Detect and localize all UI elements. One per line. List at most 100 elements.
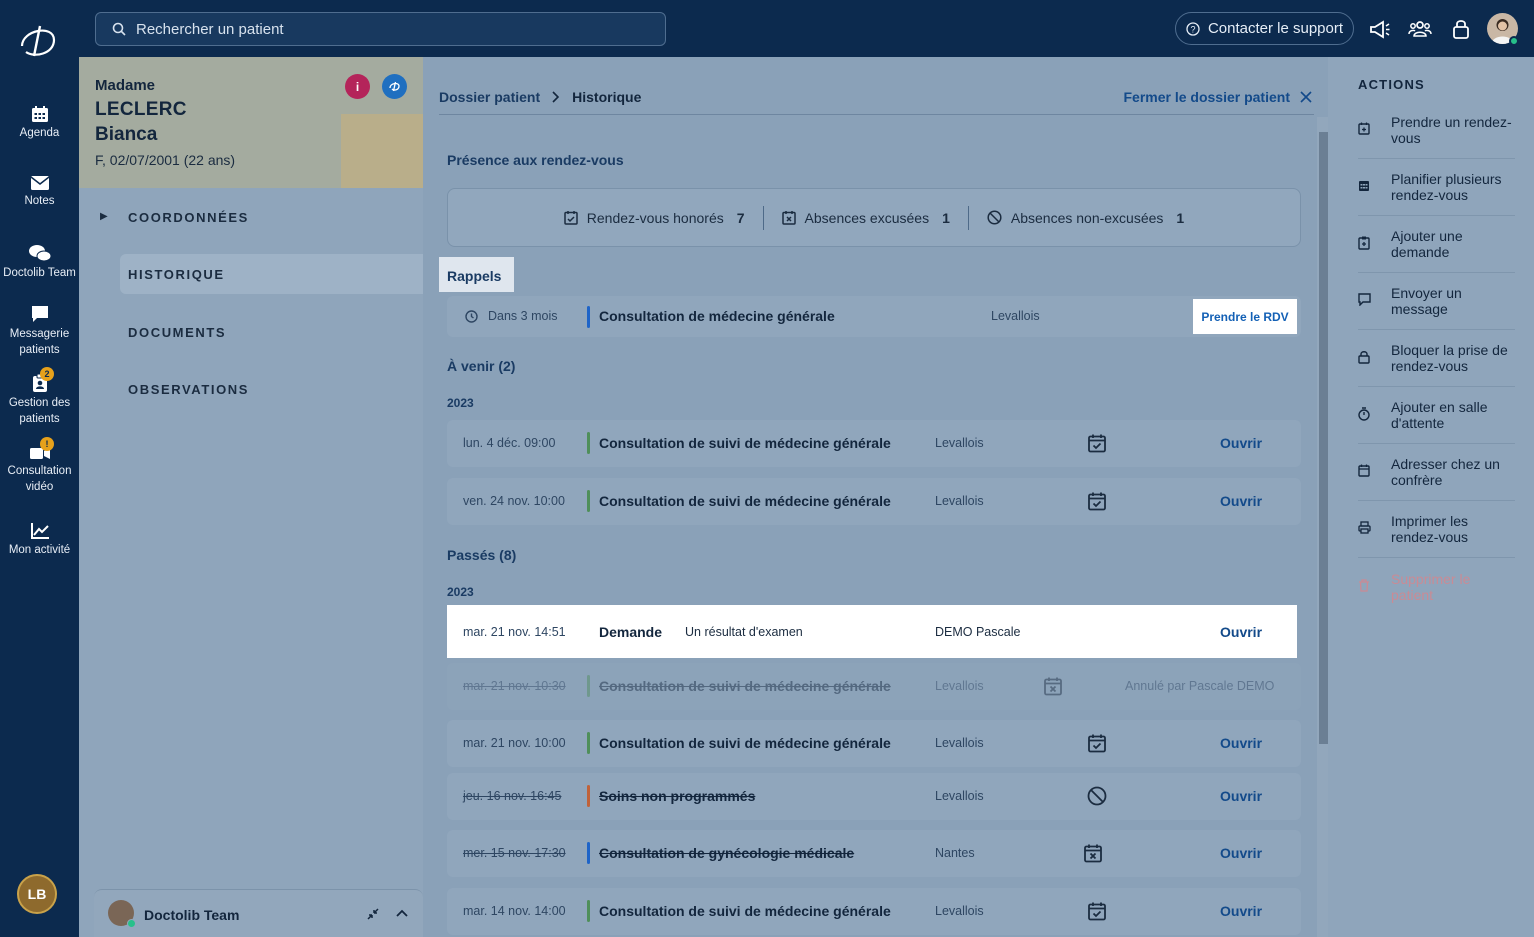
appointment-place: Levallois (935, 494, 984, 508)
nav-doctolib-team[interactable]: Doctolib Team (0, 243, 79, 281)
action-waiting-room[interactable]: Ajouter en salle d'attente (1358, 387, 1515, 444)
calendar-x-icon (1084, 844, 1102, 863)
support-label: Contacter le support (1207, 20, 1344, 37)
support-button[interactable]: ? Contacter le support (1175, 12, 1354, 45)
menu-historique[interactable]: HISTORIQUE (128, 267, 225, 282)
action-label: Ajouter en salle d'attente (1391, 399, 1488, 431)
appointment-date: mar. 14 nov. 14:00 (463, 904, 566, 918)
nav-agenda[interactable]: Agenda (0, 105, 79, 141)
open-button[interactable]: Ouvrir (1220, 788, 1262, 804)
status-bar (587, 842, 590, 864)
close-patient-file-button[interactable]: Fermer le dossier patient (1123, 89, 1312, 105)
appointment-title: Consultation de suivi de médecine généra… (599, 678, 891, 694)
trash-icon (1359, 578, 1369, 592)
request-row[interactable]: mar. 21 nov. 14:51 Demande Un résultat d… (447, 605, 1297, 658)
lock-icon[interactable] (1449, 17, 1473, 41)
action-send-message[interactable]: Envoyer un message (1358, 273, 1515, 330)
nav-label: Notes (24, 195, 55, 207)
action-label: Planifier plusieurs rendez-vous (1391, 171, 1502, 203)
forbidden-icon (987, 210, 1002, 225)
action-label: Ajouter une demande (1391, 228, 1463, 260)
patient-file-panel: Madame LECLERC Bianca F, 02/07/2001 (22 … (79, 57, 1534, 937)
chat-avatar (108, 900, 136, 928)
appointment-row[interactable]: jeu. 16 nov. 16:45 Soins non programmés … (447, 773, 1301, 820)
cancelled-appointment-row[interactable]: mar. 21 nov. 10:30 Consultation de suivi… (447, 663, 1301, 710)
stat-excused: Absences excusées 1 (764, 210, 968, 226)
appointment-row[interactable]: lun. 4 déc. 09:00 Consultation de suivi … (447, 420, 1301, 467)
top-bar: Rechercher un patient ? Contacter le sup… (0, 0, 1534, 57)
calendar-check-icon (1088, 434, 1106, 453)
nav-gestion-patients[interactable]: Gestion des patients 2 (0, 367, 79, 427)
menu-documents[interactable]: DOCUMENTS (128, 325, 226, 340)
nav-mon-activite[interactable]: Mon activité (0, 522, 79, 558)
appointment-row[interactable]: ven. 24 nov. 10:00 Consultation de suivi… (447, 478, 1301, 525)
appointment-row[interactable]: mar. 21 nov. 10:00 Consultation de suivi… (447, 720, 1301, 767)
presence-title: Présence aux rendez-vous (447, 152, 624, 168)
actions-panel: ACTIONS Prendre un rendez-vous Planifier… (1328, 57, 1534, 937)
action-add-request[interactable]: Ajouter une demande (1358, 216, 1515, 273)
scrollbar-thumb[interactable] (1319, 132, 1328, 744)
appointment-row[interactable]: mer. 15 nov. 17:30 Consultation de gynéc… (447, 830, 1301, 877)
action-plan-multiple[interactable]: Planifier plusieurs rendez-vous (1358, 159, 1515, 216)
stat-label: Absences non-excusées (1010, 209, 1164, 226)
calendar-check-icon (564, 211, 578, 225)
current-user-avatar[interactable]: LB (17, 874, 57, 914)
nav-label: Gestion des patients (8, 397, 71, 425)
nav-label: Agenda (19, 127, 60, 139)
nav-notes[interactable]: Notes (0, 175, 79, 209)
calendar-check-icon (1088, 902, 1106, 921)
close-label: Fermer le dossier patient (1123, 89, 1290, 105)
doctolib-account-icon[interactable] (382, 74, 407, 99)
nav-consultation-video[interactable]: Consultation vidéo ! (0, 437, 79, 495)
info-icon[interactable]: i (345, 74, 370, 99)
appointment-place: Levallois (935, 679, 984, 693)
action-label: Envoyer un message (1391, 285, 1462, 317)
request-person: DEMO Pascale (935, 625, 1021, 639)
action-label: Bloquer la prise de rendez-vous (1391, 342, 1508, 374)
appointment-date: mar. 21 nov. 10:30 (463, 679, 566, 693)
search-input[interactable]: Rechercher un patient (95, 12, 666, 46)
appointment-row[interactable]: mar. 14 nov. 14:00 Consultation de suivi… (447, 888, 1301, 935)
patient-civility: Madame (95, 77, 156, 94)
appointment-title: Consultation de suivi de médecine généra… (599, 735, 891, 751)
stopwatch-icon (1358, 407, 1370, 421)
status-bar (587, 490, 590, 512)
svg-text:?: ? (1190, 24, 1195, 34)
doctolib-logo[interactable] (14, 18, 60, 60)
past-year: 2023 (447, 585, 474, 599)
action-refer-colleague[interactable]: Adresser chez un confrère (1358, 444, 1515, 501)
patient-sidebar: Madame LECLERC Bianca F, 02/07/2001 (22 … (79, 57, 423, 937)
appointment-place: Levallois (935, 904, 984, 918)
open-button[interactable]: Ouvrir (1220, 493, 1262, 509)
nav-label: Messagerie patients (9, 328, 70, 356)
action-block-booking[interactable]: Bloquer la prise de rendez-vous (1358, 330, 1515, 387)
breadcrumb-root[interactable]: Dossier patient (439, 89, 540, 105)
action-label: Imprimer les rendez-vous (1391, 513, 1469, 545)
megaphone-icon[interactable] (1368, 17, 1392, 41)
action-take-appointment[interactable]: Prendre un rendez-vous (1358, 102, 1515, 159)
chevron-right-icon: ▶ (100, 211, 108, 222)
team-icon[interactable] (1408, 17, 1432, 41)
menu-coordonnees[interactable]: COORDONNÉES (128, 210, 249, 225)
breadcrumb-current: Historique (572, 89, 642, 105)
open-button[interactable]: Ouvrir (1220, 903, 1262, 919)
close-icon (1300, 91, 1312, 103)
nav-messagerie[interactable]: Messagerie patients (0, 304, 79, 358)
open-button[interactable]: Ouvrir (1220, 845, 1262, 861)
menu-observations[interactable]: OBSERVATIONS (128, 382, 249, 397)
request-date: mar. 21 nov. 14:51 (463, 625, 566, 639)
action-delete-patient[interactable]: Supprimer le patient (1358, 558, 1515, 615)
minimize-icon[interactable] (366, 907, 380, 921)
stat-count: 1 (1176, 209, 1185, 226)
open-button[interactable]: Ouvrir (1220, 735, 1262, 751)
action-label: Adresser chez un confrère (1391, 456, 1500, 488)
calendar-check-icon (1088, 492, 1106, 511)
take-appointment-button[interactable]: Prendre le RDV (1193, 299, 1297, 334)
chevron-up-icon[interactable] (396, 908, 408, 918)
open-button[interactable]: Ouvrir (1220, 435, 1262, 451)
action-print-appointments[interactable]: Imprimer les rendez-vous (1358, 501, 1515, 558)
appointment-place: Nantes (935, 846, 975, 860)
open-button[interactable]: Ouvrir (1220, 624, 1262, 640)
search-placeholder: Rechercher un patient (136, 20, 284, 38)
chat-widget[interactable]: Doctolib Team (94, 889, 423, 937)
